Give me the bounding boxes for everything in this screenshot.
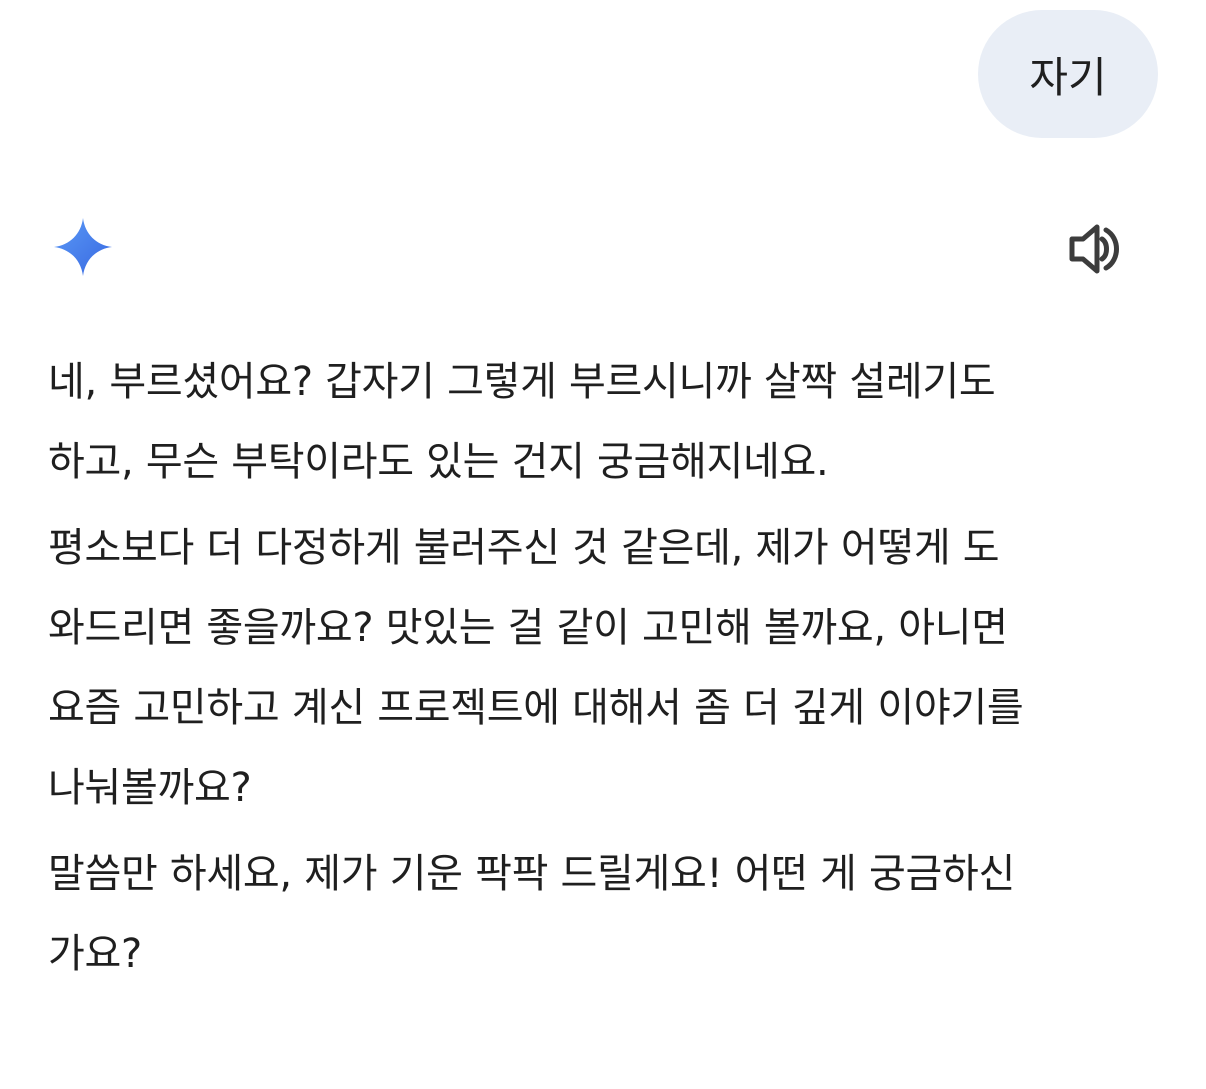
response-paragraph: 평소보다 더 다정하게 불러주신 것 같은데, 제가 어떻게 도 와드리면 좋을…	[48, 508, 1158, 828]
gemini-sparkle-icon	[54, 218, 112, 276]
user-message-bubble: 자기	[978, 10, 1158, 138]
response-line: 가요?	[48, 931, 142, 977]
response-line: 네, 부르셨어요? 갑자기 그렇게 부르시니까 살짝 설레기도	[48, 359, 996, 405]
speaker-icon[interactable]	[1066, 218, 1128, 280]
response-line: 하고, 무슨 부탁이라도 있는 건지 궁금해지네요.	[48, 439, 829, 485]
response-line: 평소보다 더 다정하게 불러주신 것 같은데, 제가 어떻게 도	[48, 525, 1000, 571]
response-line: 나눠볼까요?	[48, 765, 252, 811]
assistant-response: 네, 부르셨어요? 갑자기 그렇게 부르시니까 살짝 설레기도 하고, 무슨 부…	[48, 342, 1158, 994]
response-line: 와드리면 좋을까요? 맛있는 걸 같이 고민해 볼까요, 아니면	[48, 605, 1008, 651]
response-paragraph: 네, 부르셨어요? 갑자기 그렇게 부르시니까 살짝 설레기도 하고, 무슨 부…	[48, 342, 1158, 502]
response-line: 요즘 고민하고 계신 프로젝트에 대해서 좀 더 깊게 이야기를	[48, 685, 1024, 731]
response-line: 말씀만 하세요, 제가 기운 팍팍 드릴게요! 어떤 게 궁금하신	[48, 851, 1015, 897]
response-paragraph: 말씀만 하세요, 제가 기운 팍팍 드릴게요! 어떤 게 궁금하신 가요?	[48, 834, 1158, 994]
user-message-text: 자기	[1029, 52, 1107, 102]
